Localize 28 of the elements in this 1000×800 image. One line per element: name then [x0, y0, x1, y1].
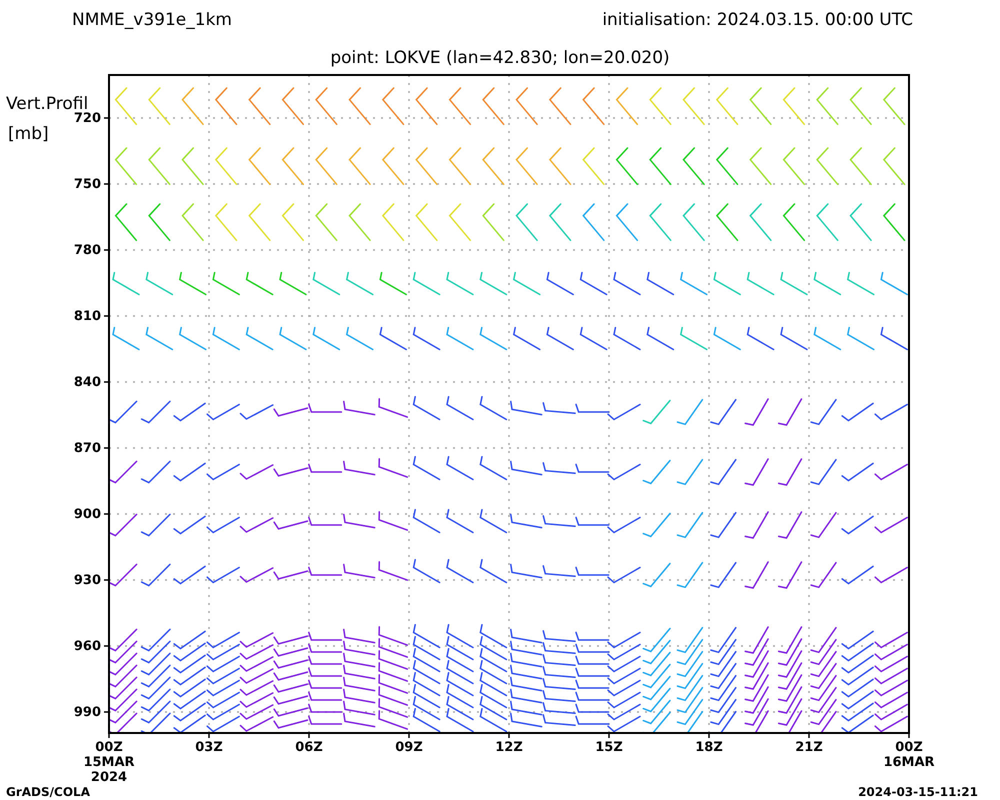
y-tick-label: 810	[74, 309, 101, 324]
x-tick-label: 00Z	[95, 740, 123, 755]
x-tick-label: 15Z	[595, 740, 623, 755]
y-tick-label: 900	[74, 507, 101, 522]
x-tick-label: 12Z	[495, 740, 523, 755]
y-tick-label: 870	[74, 441, 101, 456]
y-tick-label: 990	[74, 705, 101, 720]
model-title: NMME_v391e_1km	[72, 10, 232, 30]
point-title: point: LOKVE (lan=42.830; lon=20.020)	[330, 48, 670, 68]
x-tick-label: 18Z	[695, 740, 723, 755]
x-date-label: 15MAR	[83, 755, 135, 770]
x-tick-label: 00Z	[895, 740, 923, 755]
y-axis-title: [mb]	[8, 124, 49, 144]
x-date-label: 16MAR	[883, 755, 935, 770]
software-credit: GrADS/COLA	[6, 785, 90, 799]
y-tick-label: 720	[74, 111, 101, 126]
x-date-label: 2024	[90, 770, 128, 785]
plot-timestamp: 2024-03-15-11:21	[858, 785, 978, 799]
x-tick-label: 03Z	[195, 740, 223, 755]
y-tick-label: 840	[74, 375, 101, 390]
x-tick-label: 09Z	[395, 740, 423, 755]
y-tick-label: 750	[74, 177, 101, 192]
x-tick-label: 06Z	[295, 740, 323, 755]
y-tick-label: 960	[74, 639, 101, 654]
initialisation-time: initialisation: 2024.03.15. 00:00 UTC	[602, 10, 913, 30]
y-tick-label: 780	[74, 243, 101, 258]
y-tick-label: 930	[74, 573, 101, 588]
x-tick-label: 21Z	[795, 740, 823, 755]
